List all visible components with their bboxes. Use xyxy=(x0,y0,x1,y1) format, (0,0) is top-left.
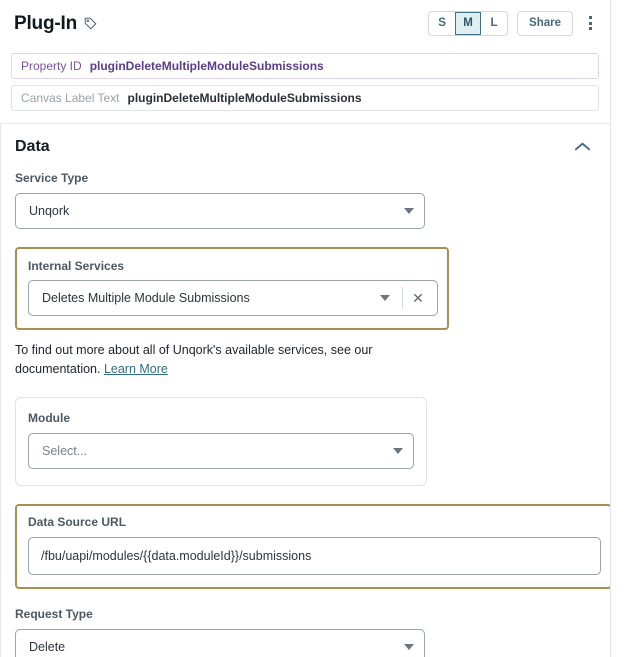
panel-header: Plug-In S M L Share xyxy=(0,0,610,46)
property-id-label: Property ID xyxy=(21,59,82,73)
service-type-value: Unqork xyxy=(29,204,70,218)
data-source-url-group: Data Source URL /fbu/uapi/modules/{{data… xyxy=(15,503,612,589)
right-rail xyxy=(610,0,628,657)
request-type-value: Delete xyxy=(29,639,66,654)
request-type-block: Request Type Delete xyxy=(15,607,596,657)
service-type-label: Service Type xyxy=(15,171,89,185)
canvas-label-value: pluginDeleteMultipleModuleSubmissions xyxy=(127,91,362,105)
plugin-settings-panel: Plug-In S M L Share Property ID pluginDe… xyxy=(0,0,628,657)
title-group: Plug-In xyxy=(14,14,97,33)
data-section-title: Data xyxy=(15,137,50,155)
chevron-down-icon xyxy=(380,295,390,301)
size-button-m[interactable]: M xyxy=(455,11,482,35)
data-source-url-input[interactable]: /fbu/uapi/modules/{{data.moduleId}}/subm… xyxy=(28,536,601,575)
size-toggle-group[interactable]: S M L xyxy=(428,10,509,36)
share-button[interactable]: Share xyxy=(517,10,573,36)
module-card: Module Select... xyxy=(15,396,427,486)
module-value: Select... xyxy=(42,443,88,458)
request-type-select[interactable]: Delete xyxy=(15,628,425,657)
data-section: Data Service Type Unqork Internal Servic… xyxy=(0,123,612,657)
data-source-url-label: Data Source URL xyxy=(28,514,127,529)
data-section-header[interactable]: Data xyxy=(1,124,610,169)
header-actions: S M L Share xyxy=(428,10,598,36)
tag-icon xyxy=(84,17,97,30)
internal-services-select[interactable]: Deletes Multiple Module Submissions ✕ xyxy=(28,280,438,316)
chevron-up-icon[interactable] xyxy=(574,141,591,152)
property-id-value: pluginDeleteMultipleModuleSubmissions xyxy=(89,59,324,73)
module-label: Module xyxy=(28,410,70,425)
page-title: Plug-In xyxy=(14,12,77,34)
close-icon[interactable]: ✕ xyxy=(409,289,427,307)
kebab-menu-icon[interactable] xyxy=(582,11,598,35)
chevron-down-icon xyxy=(404,208,414,214)
chevron-down-icon xyxy=(393,447,403,454)
chevron-down-icon xyxy=(404,643,414,650)
size-button-s[interactable]: S xyxy=(429,11,456,35)
service-type-block: Service Type Unqork xyxy=(15,169,596,229)
internal-services-group: Internal Services Deletes Multiple Modul… xyxy=(15,247,449,330)
canvas-label-field[interactable]: Canvas Label Text pluginDeleteMultipleMo… xyxy=(11,85,599,111)
services-helper-text: To find out more about all of Unqork's a… xyxy=(15,341,435,380)
request-type-label: Request Type xyxy=(15,606,93,621)
canvas-label-label: Canvas Label Text xyxy=(21,91,120,105)
module-select[interactable]: Select... xyxy=(28,432,414,469)
learn-more-link[interactable]: Learn More xyxy=(104,362,168,376)
service-type-select[interactable]: Unqork xyxy=(15,193,425,229)
size-button-l[interactable]: L xyxy=(481,11,508,35)
internal-services-label: Internal Services xyxy=(28,259,125,273)
internal-services-value: Deletes Multiple Module Submissions xyxy=(42,291,250,305)
helper-text: To find out more about all of Unqork's a… xyxy=(15,343,373,377)
property-id-field[interactable]: Property ID pluginDeleteMultipleModuleSu… xyxy=(11,53,599,79)
select-divider xyxy=(402,287,403,309)
data-section-body: Service Type Unqork Internal Services De… xyxy=(1,169,612,657)
